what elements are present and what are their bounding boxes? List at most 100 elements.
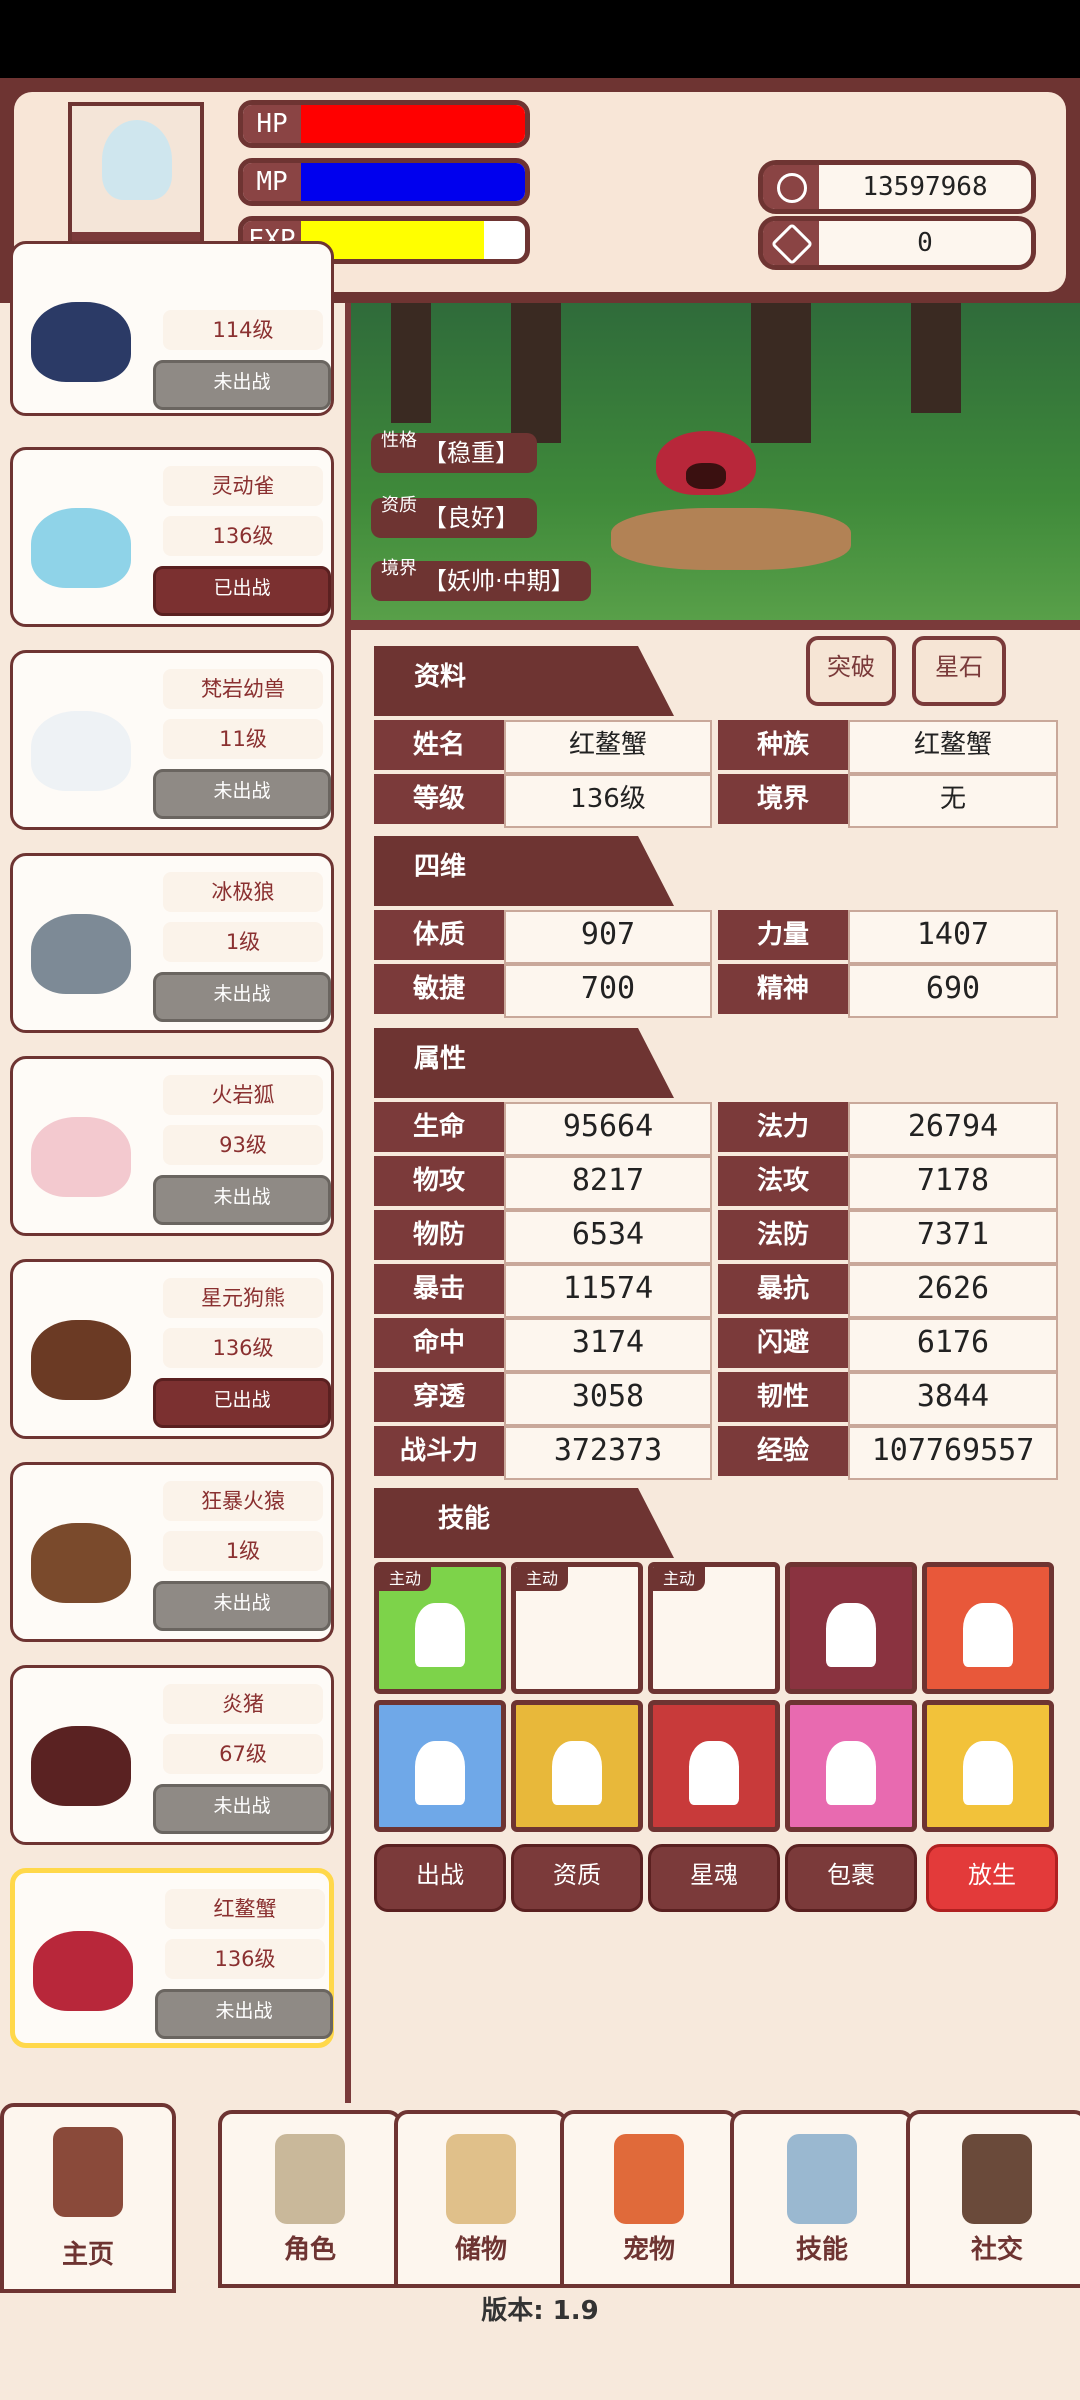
skill-slot[interactable] bbox=[785, 1700, 917, 1832]
scene-border bbox=[351, 620, 1080, 630]
section-fourdim-header: 四维 bbox=[374, 836, 674, 906]
pet-card[interactable]: 114级 未出战 bbox=[10, 241, 334, 416]
pet-card[interactable]: 火岩狐 93级 未出战 bbox=[10, 1056, 334, 1236]
tree bbox=[391, 303, 431, 423]
section-attributes-title: 属性 bbox=[414, 1044, 467, 1074]
attr-key: 法防 bbox=[718, 1210, 848, 1260]
gem-display[interactable]: 0 bbox=[758, 216, 1036, 270]
pet-deploy-status-button[interactable]: 未出战 bbox=[153, 360, 331, 410]
bag-button[interactable]: 包裹 bbox=[785, 1844, 917, 1912]
pet-card[interactable]: 星元狗熊 136级 已出战 bbox=[10, 1259, 334, 1439]
pet-portrait bbox=[21, 894, 151, 1004]
pet-name: 狂暴火猿 bbox=[163, 1481, 323, 1521]
section-skills-title: 技能 bbox=[438, 1504, 491, 1534]
coin-display[interactable]: 13597968 bbox=[758, 160, 1036, 214]
star-stone-button[interactable]: 星石 bbox=[912, 636, 1006, 706]
attr-key: 闪避 bbox=[718, 1318, 848, 1368]
section-info-header: 资料 bbox=[374, 646, 674, 716]
attr-value: 2626 bbox=[848, 1264, 1058, 1318]
nav-home[interactable]: 主页 bbox=[0, 2103, 176, 2293]
nav-label: 宠物 bbox=[622, 2235, 675, 2265]
breakthrough-button[interactable]: 突破 bbox=[806, 636, 896, 706]
pet-sprite bbox=[31, 1523, 131, 1603]
attr-key: 命中 bbox=[374, 1318, 504, 1368]
section-info-title: 资料 bbox=[414, 662, 467, 692]
pet-sprite bbox=[33, 1931, 133, 2011]
pet-portrait bbox=[21, 1097, 151, 1207]
pet-name: 梵岩幼兽 bbox=[163, 669, 323, 709]
fourdim-value: 690 bbox=[848, 964, 1058, 1018]
skill-active-label: 主动 bbox=[379, 1567, 431, 1591]
pet-card[interactable]: 炎猪 67级未出战 bbox=[10, 1665, 334, 1845]
star-soul-button[interactable]: 星魂 bbox=[648, 1844, 780, 1912]
skill-icon bbox=[963, 1603, 1013, 1667]
release-button[interactable]: 放生 bbox=[926, 1844, 1058, 1912]
skill-slot[interactable]: 主动 bbox=[648, 1562, 780, 1694]
attr-key: 战斗力 bbox=[374, 1426, 504, 1476]
pet-deploy-status-button[interactable]: 未出战 bbox=[153, 769, 331, 819]
personality-key: 性格 bbox=[381, 430, 417, 451]
nav-character[interactable]: 角色 bbox=[218, 2110, 402, 2288]
section-fourdim-title: 四维 bbox=[414, 852, 467, 882]
pet-level: 1级 bbox=[163, 922, 323, 962]
attr-value: 3844 bbox=[848, 1372, 1058, 1426]
pet-deploy-status-button[interactable]: 已出战 bbox=[153, 1378, 331, 1428]
skill-icon bbox=[826, 1603, 876, 1667]
skill-active-label: 主动 bbox=[516, 1567, 568, 1591]
pet-scene: 性格 【稳重】 资质 【良好】 境界 【妖帅·中期】 bbox=[351, 303, 1080, 628]
pet-portrait bbox=[21, 1300, 151, 1410]
deploy-button[interactable]: 出战 bbox=[374, 1844, 506, 1912]
pet-deploy-status-button[interactable]: 未出战 bbox=[153, 1581, 331, 1631]
pet-level: 67级 bbox=[163, 1734, 323, 1774]
pet-name: 火岩狐 bbox=[163, 1075, 323, 1115]
pet-deploy-status-button[interactable]: 未出战 bbox=[155, 1989, 333, 2039]
skill-slot[interactable]: 主动 bbox=[374, 1562, 506, 1694]
skill-slot[interactable] bbox=[785, 1562, 917, 1694]
nav-label: 主页 bbox=[61, 2240, 114, 2270]
skill-slot[interactable] bbox=[922, 1700, 1054, 1832]
skill-slot[interactable]: 主动 bbox=[511, 1562, 643, 1694]
nav-pets[interactable]: 宠物 bbox=[560, 2110, 738, 2288]
aptitude-button[interactable]: 资质 bbox=[511, 1844, 643, 1912]
tree bbox=[751, 303, 811, 443]
pet-card[interactable]: 狂暴火猿 1级 未出战 bbox=[10, 1462, 334, 1642]
gem-value: 0 bbox=[917, 228, 933, 258]
nav-label: 储物 bbox=[454, 2235, 507, 2265]
nav-storage[interactable]: 储物 bbox=[394, 2110, 568, 2288]
pet-card[interactable]: 灵动雀 136级 已出战 bbox=[10, 447, 334, 627]
pet-deploy-status-button[interactable]: 未出战 bbox=[153, 1784, 331, 1834]
pet-card[interactable]: 梵岩幼兽 11级 未出战 bbox=[10, 650, 334, 830]
pet-deploy-status-button[interactable]: 未出战 bbox=[153, 1175, 331, 1225]
attr-key: 法攻 bbox=[718, 1156, 848, 1206]
tree bbox=[911, 303, 961, 413]
pet-deploy-status-button[interactable]: 未出战 bbox=[153, 972, 331, 1022]
pet-portrait bbox=[21, 488, 151, 598]
pet-portrait bbox=[21, 691, 151, 801]
attr-value: 7371 bbox=[848, 1210, 1058, 1264]
realm-key: 境界 bbox=[381, 558, 417, 579]
skill-slot[interactable] bbox=[922, 1562, 1054, 1694]
nav-social[interactable]: 社交 bbox=[906, 2110, 1080, 2288]
attr-value: 3058 bbox=[504, 1372, 712, 1426]
info-key: 种族 bbox=[718, 720, 848, 770]
pet-card[interactable]: 红鳌蟹 136级 未出战 bbox=[10, 1868, 334, 2048]
skill-slot[interactable] bbox=[648, 1700, 780, 1832]
attr-key: 物防 bbox=[374, 1210, 504, 1260]
personality-value: 【稳重】 bbox=[423, 439, 519, 467]
fourdim-value: 700 bbox=[504, 964, 712, 1018]
section-attributes-header: 属性 bbox=[374, 1028, 674, 1098]
info-key: 姓名 bbox=[374, 720, 504, 770]
personality-tag: 性格 【稳重】 bbox=[371, 430, 537, 473]
attr-key: 生命 bbox=[374, 1102, 504, 1152]
nav-skills[interactable]: 技能 bbox=[730, 2110, 914, 2288]
skill-slot[interactable] bbox=[511, 1700, 643, 1832]
pet-list[interactable]: 114级 未出战 灵动雀 136级 已出战 梵岩幼兽 11级 未出战 冰极狼 1级 未出战 火岩狐 93… bbox=[0, 241, 345, 2103]
skill-icon bbox=[415, 1741, 465, 1805]
skill-slot[interactable] bbox=[374, 1700, 506, 1832]
pet-name: 炎猪 bbox=[163, 1684, 323, 1724]
pet-card[interactable]: 冰极狼 1级 未出战 bbox=[10, 853, 334, 1033]
fourdim-key: 敏捷 bbox=[374, 964, 504, 1014]
pet-deploy-status-button[interactable]: 已出战 bbox=[153, 566, 331, 616]
version-label: 版本: 1.9 bbox=[481, 2296, 599, 2326]
attr-key: 物攻 bbox=[374, 1156, 504, 1206]
